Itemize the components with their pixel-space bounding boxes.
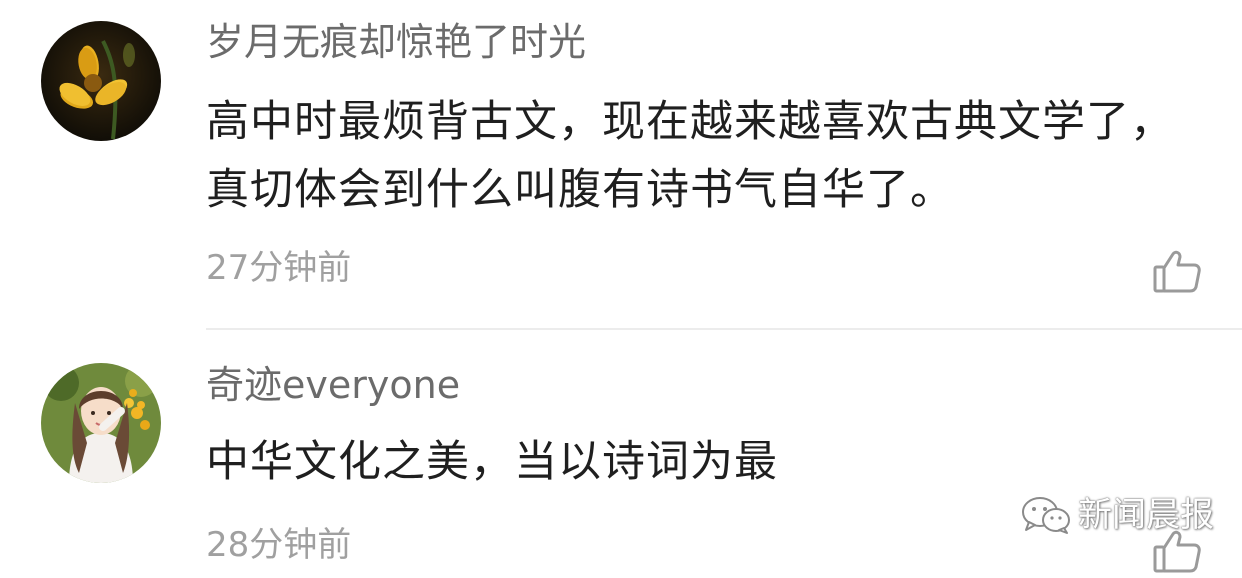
wechat-icon [1022,497,1070,534]
timestamp: 27分钟前 [206,248,352,288]
yellow-flower-photo [41,21,161,141]
comment-text: 高中时最烦背古文，现在越来越喜欢古典文学了，真切体会到什么叫腹有诗书气自华了。 [206,97,1174,215]
username[interactable]: 岁月无痕却惊艳了时光 [206,18,586,66]
avatar[interactable] [41,363,161,483]
comment-text: 中华文化之美，当以诗词为最 [206,437,778,487]
avatar[interactable] [41,21,161,141]
comment-item: 岁月无痕却惊艳了时光 高中时最烦背古文，现在越来越喜欢古典文学了，真切体会到什么… [0,0,1242,330]
thumbs-up-icon [1153,250,1201,293]
watermark: 新闻晨报 [1020,492,1214,538]
username[interactable]: 奇迹everyone [206,361,460,409]
like-button[interactable] [1152,248,1202,294]
timestamp: 28分钟前 [206,525,352,565]
girl-with-flowers-photo [41,363,161,483]
watermark-text: 新闻晨报 [1078,495,1214,535]
